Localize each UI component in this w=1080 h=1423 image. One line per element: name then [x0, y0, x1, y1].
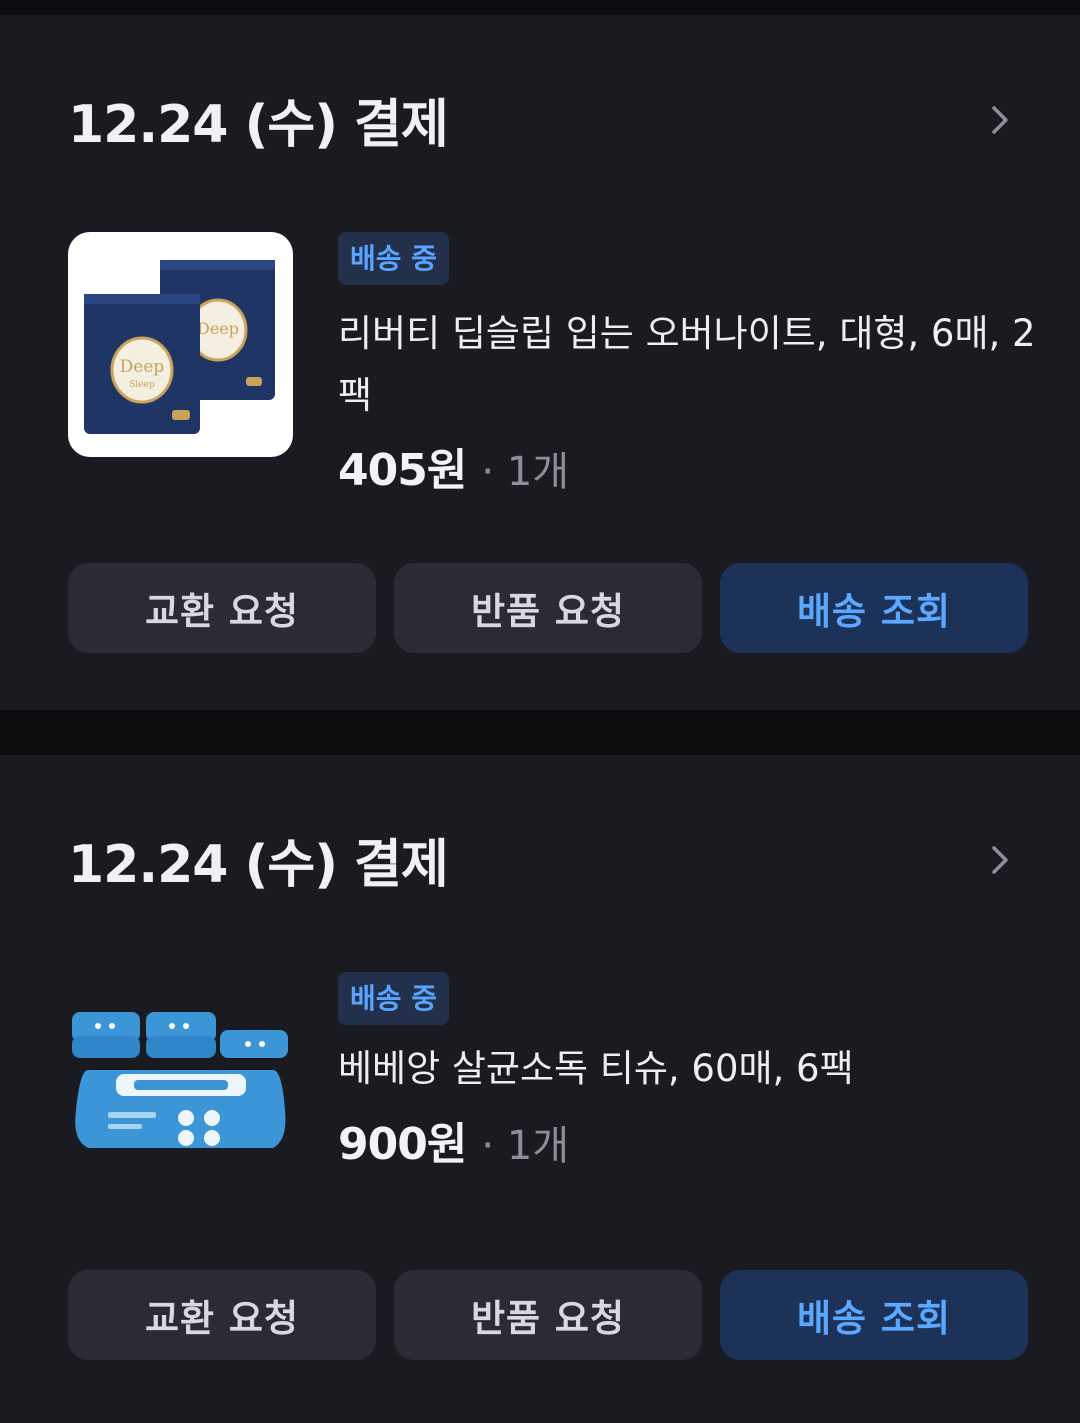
return-request-button[interactable]: 반품 요청: [394, 1270, 702, 1360]
chevron-right-icon[interactable]: [982, 102, 1018, 138]
order-card: 12.24 (수) 결제 Deep Deep Sleep 배송 중 리버티 딥슬…: [0, 15, 1080, 710]
status-badge: 배송 중: [338, 972, 450, 1025]
product-name[interactable]: 베베앙 살균소독 티슈, 60매, 6팩: [338, 1038, 1038, 1100]
exchange-request-button[interactable]: 교환 요청: [68, 563, 376, 653]
svg-text:Deep: Deep: [197, 319, 239, 338]
product-quantity: · 1개: [481, 449, 570, 495]
order-card: 12.24 (수) 결제 배송 중 베베앙 살균소독 티슈, 60매, 6팩 9…: [0, 755, 1080, 1423]
product-thumbnail[interactable]: Deep Deep Sleep: [68, 232, 293, 457]
return-request-button[interactable]: 반품 요청: [394, 563, 702, 653]
price-row: 405원 · 1개: [338, 441, 569, 510]
status-badge: 배송 중: [338, 232, 450, 285]
product-thumbnail[interactable]: [68, 1000, 293, 1180]
product-price: 405원: [338, 445, 467, 496]
chevron-right-icon[interactable]: [982, 842, 1018, 878]
product-quantity: · 1개: [481, 1123, 570, 1169]
order-date: 12.24 (수) 결제: [68, 95, 449, 155]
order-date: 12.24 (수) 결제: [68, 835, 449, 895]
price-row: 900원 · 1개: [338, 1115, 569, 1184]
pad-package-image: Deep Deep Sleep: [84, 260, 275, 434]
exchange-request-button[interactable]: 교환 요청: [68, 1270, 376, 1360]
product-price: 900원: [338, 1119, 467, 1170]
svg-text:Sleep: Sleep: [129, 380, 155, 390]
track-delivery-button[interactable]: 배송 조회: [720, 563, 1028, 653]
product-name[interactable]: 리버티 딥슬립 입는 오버나이트, 대형, 6매, 2팩: [338, 303, 1038, 427]
wet-wipes-package-image: [72, 1012, 288, 1148]
svg-text:Deep: Deep: [120, 357, 165, 377]
track-delivery-button[interactable]: 배송 조회: [720, 1270, 1028, 1360]
